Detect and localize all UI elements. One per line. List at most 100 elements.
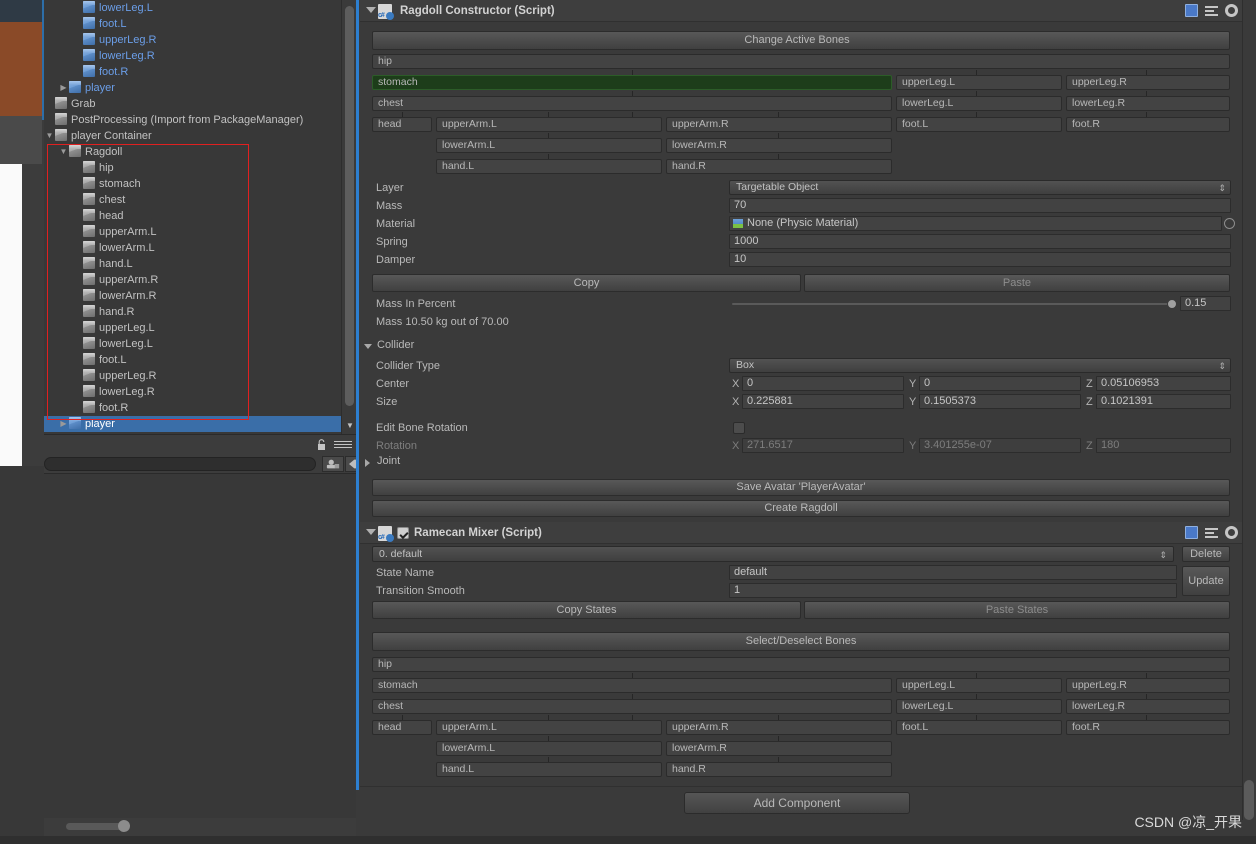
- copy-states-button[interactable]: Copy States: [372, 601, 801, 619]
- bone-button-hip[interactable]: hip: [372, 657, 1230, 672]
- center-x-field[interactable]: 0: [742, 376, 904, 391]
- bone-button-foot-l[interactable]: foot.L: [896, 720, 1062, 735]
- bone-button-upperarm-r[interactable]: upperArm.R: [666, 117, 892, 132]
- paste-states-button[interactable]: Paste States: [804, 601, 1230, 619]
- paste-button[interactable]: Paste: [804, 274, 1230, 292]
- bone-button-lowerarm-r[interactable]: lowerArm.R: [666, 741, 892, 756]
- mass-in-percent-slider-track[interactable]: [732, 303, 1168, 305]
- hierarchy-item-head[interactable]: head: [44, 208, 356, 224]
- bone-button-head[interactable]: head: [372, 117, 432, 132]
- collider-type-row[interactable]: Collider Type Box ⇕: [356, 357, 1256, 375]
- bone-button-upperarm-l[interactable]: upperArm.L: [436, 720, 662, 735]
- project-panel-body[interactable]: [44, 473, 356, 818]
- hierarchy-item-player[interactable]: ▶ player: [44, 416, 356, 432]
- hierarchy-item-lowerleg-r[interactable]: lowerLeg.R: [44, 384, 356, 400]
- project-scroll-knob[interactable]: [118, 820, 130, 832]
- hierarchy-item-chest[interactable]: chest: [44, 192, 356, 208]
- chevron-down-icon[interactable]: [366, 7, 376, 13]
- hierarchy-item-foot-l[interactable]: foot.L: [44, 352, 356, 368]
- bone-button-lowerleg-l[interactable]: lowerLeg.L: [896, 699, 1062, 714]
- hierarchy-item-upperleg-l[interactable]: upperLeg.L: [44, 320, 356, 336]
- project-scroll-track[interactable]: [66, 823, 126, 830]
- inspector-vertical-scrollbar[interactable]: [1242, 0, 1256, 820]
- hierarchy-item-lowerarm-r[interactable]: lowerArm.R: [44, 288, 356, 304]
- hierarchy-item-foot-r[interactable]: foot.R: [44, 64, 356, 80]
- save-avatar-button[interactable]: Save Avatar 'PlayerAvatar': [372, 479, 1230, 496]
- layer-dropdown[interactable]: Targetable Object ⇕: [729, 180, 1231, 195]
- hierarchy-item-hand-r[interactable]: hand.R: [44, 304, 356, 320]
- hierarchy-item-grab[interactable]: Grab: [44, 96, 356, 112]
- ragdoll-bone-grid[interactable]: hip stomach chest head upperArm.L lowerArm.L h…: [356, 54, 1256, 179]
- transition-smooth-field[interactable]: 1: [729, 583, 1177, 598]
- bone-button-lowerleg-r[interactable]: lowerLeg.R: [1066, 699, 1230, 714]
- hierarchy-item-hip[interactable]: hip: [44, 160, 356, 176]
- bone-button-lowerarm-r[interactable]: lowerArm.R: [666, 138, 892, 153]
- hierarchy-item-upperarm-l[interactable]: upperArm.L: [44, 224, 356, 240]
- chevron-right-icon[interactable]: ▶: [58, 416, 69, 432]
- hierarchy-item-lowerleg-l[interactable]: lowerLeg.L: [44, 336, 356, 352]
- state-name-field[interactable]: default: [729, 565, 1177, 580]
- hierarchy-tree[interactable]: lowerLeg.L foot.L upperLeg.R lowerLeg.R …: [44, 0, 356, 432]
- collider-center-row[interactable]: Center X 0 Y 0 Z 0.05106953: [356, 375, 1256, 393]
- help-icon[interactable]: [1185, 4, 1198, 17]
- material-object-field[interactable]: None (Physic Material): [729, 216, 1222, 231]
- bone-button-upperleg-l[interactable]: upperLeg.L: [896, 678, 1062, 693]
- ragdoll-constructor-header[interactable]: Ragdoll Constructor (Script): [360, 0, 1246, 27]
- state-name-row[interactable]: State Name default: [356, 564, 1256, 582]
- chevron-down-icon[interactable]: ▼: [58, 144, 69, 160]
- bone-button-head[interactable]: head: [372, 720, 432, 735]
- bone-button-lowerleg-r[interactable]: lowerLeg.R: [1066, 96, 1230, 111]
- material-picker-button[interactable]: [1224, 218, 1235, 229]
- size-y-field[interactable]: 0.1505373: [919, 394, 1081, 409]
- center-y-field[interactable]: 0: [919, 376, 1081, 391]
- bone-button-hand-r[interactable]: hand.R: [666, 762, 892, 777]
- bone-button-chest[interactable]: chest: [372, 699, 892, 714]
- collider-foldout[interactable]: Collider: [364, 339, 414, 351]
- chevron-down-icon[interactable]: [366, 529, 376, 535]
- collider-type-dropdown[interactable]: Box ⇕: [729, 358, 1231, 373]
- hierarchy-item-lowerarm-l[interactable]: lowerArm.L: [44, 240, 356, 256]
- layer-row[interactable]: Layer Targetable Object ⇕: [356, 179, 1256, 197]
- chevron-right-icon[interactable]: ▶: [58, 80, 69, 96]
- chevron-down-icon[interactable]: ▼: [344, 420, 356, 432]
- lock-icon[interactable]: [317, 439, 326, 450]
- bone-button-hand-l[interactable]: hand.L: [436, 762, 662, 777]
- spring-row[interactable]: Spring 1000: [356, 233, 1256, 251]
- mass-in-percent-row[interactable]: Mass In Percent 0.15: [356, 295, 1256, 313]
- gear-icon[interactable]: [1225, 526, 1238, 539]
- hierarchy-item-foot-l[interactable]: foot.L: [44, 16, 356, 32]
- mass-in-percent-slider-knob[interactable]: [1167, 299, 1177, 309]
- bone-button-upperleg-r[interactable]: upperLeg.R: [1066, 75, 1230, 90]
- bone-button-foot-r[interactable]: foot.R: [1066, 720, 1230, 735]
- mass-in-percent-value-field[interactable]: 0.15: [1180, 296, 1231, 311]
- mixer-bone-grid[interactable]: hip stomach chest head upperArm.L lowerArm.L h…: [356, 657, 1256, 782]
- chevron-down-icon[interactable]: ▼: [44, 128, 55, 144]
- hierarchy-item-stomach[interactable]: stomach: [44, 176, 356, 192]
- collider-size-row[interactable]: Size X 0.225881 Y 0.1505373 Z 0.1021391: [356, 393, 1256, 411]
- joint-foldout[interactable]: Joint: [365, 455, 400, 467]
- preset-icon[interactable]: [1205, 526, 1218, 539]
- hierarchy-item-lowerleg-l[interactable]: lowerLeg.L: [44, 0, 356, 16]
- menu-hamburger-icon[interactable]: [334, 441, 352, 449]
- bone-button-foot-l[interactable]: foot.L: [896, 117, 1062, 132]
- hierarchy-item-upperarm-r[interactable]: upperArm.R: [44, 272, 356, 288]
- hierarchy-vertical-scrollbar[interactable]: ▼: [341, 0, 356, 434]
- bone-button-upperleg-r[interactable]: upperLeg.R: [1066, 678, 1230, 693]
- hierarchy-scroll-thumb[interactable]: [345, 6, 354, 406]
- bone-button-hip[interactable]: hip: [372, 54, 1230, 69]
- hierarchy-item-postprocessing-import-from-packagemanager-[interactable]: PostProcessing (Import from PackageManag…: [44, 112, 356, 128]
- hierarchy-item-lowerleg-r[interactable]: lowerLeg.R: [44, 48, 356, 64]
- bone-button-lowerarm-l[interactable]: lowerArm.L: [436, 741, 662, 756]
- state-dropdown[interactable]: 0. default ⇕: [372, 546, 1174, 562]
- create-ragdoll-button[interactable]: Create Ragdoll: [372, 500, 1230, 517]
- bone-button-stomach[interactable]: stomach: [372, 678, 892, 693]
- hierarchy-item-hand-l[interactable]: hand.L: [44, 256, 356, 272]
- project-panel-toolbar[interactable]: [44, 434, 356, 454]
- hierarchy-item-upperleg-r[interactable]: upperLeg.R: [44, 32, 356, 48]
- hierarchy-item-ragdoll[interactable]: ▼ Ragdoll: [44, 144, 356, 160]
- gear-icon[interactable]: [1225, 4, 1238, 17]
- bone-button-upperarm-r[interactable]: upperArm.R: [666, 720, 892, 735]
- size-x-field[interactable]: 0.225881: [742, 394, 904, 409]
- damper-field[interactable]: 10: [729, 252, 1231, 267]
- center-z-field[interactable]: 0.05106953: [1096, 376, 1231, 391]
